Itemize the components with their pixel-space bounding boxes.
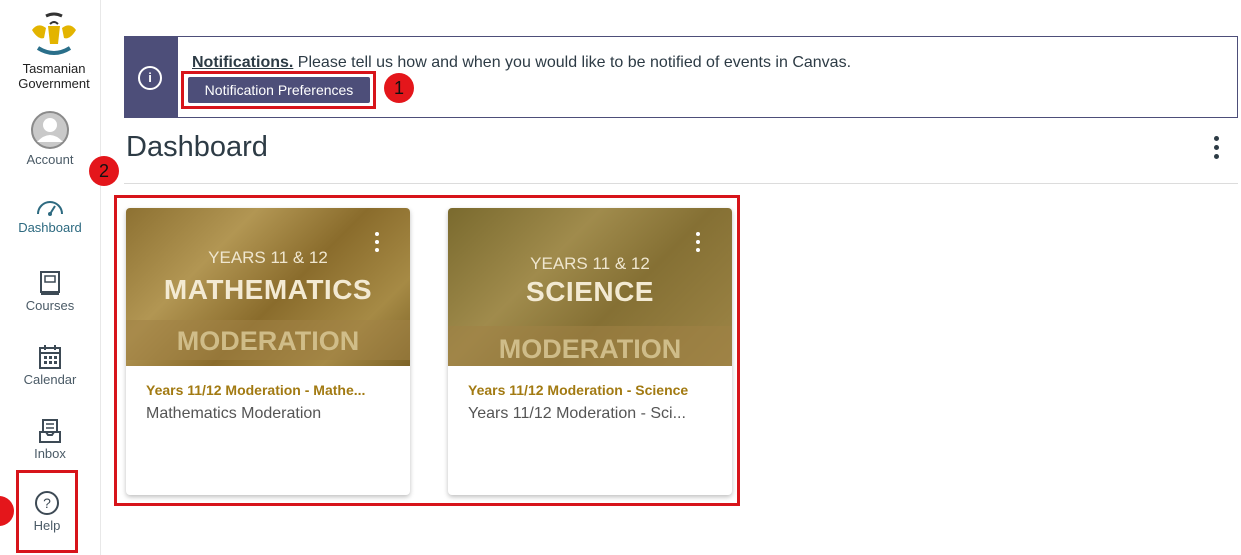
dashboard-options-menu-icon[interactable]: [1208, 136, 1224, 166]
inbox-tray-icon: [39, 419, 61, 443]
course-card-subtitle: Mathematics Moderation: [146, 405, 322, 422]
course-card-hero: YEARS 11 & 12 SCIENCE MODERATION: [448, 208, 732, 366]
annotation-marker-1: 1: [384, 73, 414, 103]
notification-message: Please tell us how and when you would li…: [297, 54, 852, 71]
course-card-hero: YEARS 11 & 12 MATHEMATICS MODERATION: [126, 208, 410, 366]
hero-subject-text: SCIENCE: [526, 276, 654, 307]
nav-inbox[interactable]: Inbox: [0, 418, 100, 461]
account-avatar-icon: [31, 111, 69, 149]
notification-text: Notifications. Please tell us how and wh…: [192, 54, 851, 72]
tasmanian-government-logo[interactable]: Tasmanian Government: [8, 12, 100, 90]
nav-dashboard-label: Dashboard: [18, 220, 82, 235]
nav-dashboard[interactable]: Dashboard: [0, 196, 100, 235]
notification-title: Notifications.: [192, 54, 294, 71]
page-title: Dashboard: [126, 131, 268, 163]
dashboard-gauge-icon: [37, 201, 63, 216]
hero-years-text: YEARS 11 & 12: [208, 248, 328, 267]
courses-book-icon: [40, 271, 60, 295]
notification-banner-side: i: [124, 36, 178, 118]
nav-courses[interactable]: Courses: [0, 270, 100, 313]
hero-moderation-text: MODERATION: [498, 334, 682, 364]
info-icon: i: [138, 66, 162, 90]
annotation-box-help: [16, 470, 78, 553]
calendar-icon: [39, 345, 61, 369]
logo-text-line1: Tasmanian: [22, 61, 86, 76]
course-card-title[interactable]: Years 11/12 Moderation - Science: [468, 382, 688, 398]
card-options-menu-icon[interactable]: [373, 232, 381, 258]
logo-text-line2: Government: [18, 76, 90, 91]
nav-calendar[interactable]: Calendar: [0, 344, 100, 387]
course-card-science[interactable]: YEARS 11 & 12 SCIENCE MODERATION Years 1…: [448, 208, 732, 495]
nav-courses-label: Courses: [25, 298, 75, 313]
nav-calendar-label: Calendar: [23, 372, 77, 387]
card-options-menu-icon[interactable]: [694, 232, 702, 258]
nav-inbox-label: Inbox: [34, 446, 66, 461]
nav-account-label: Account: [26, 152, 74, 167]
coat-of-arms-icon: [32, 12, 76, 55]
nav-account[interactable]: Account: [0, 110, 100, 167]
annotation-box-notification: [181, 71, 376, 109]
header-divider: [124, 183, 1238, 184]
hero-moderation-text: MODERATION: [176, 326, 360, 356]
course-card-title[interactable]: Years 11/12 Moderation - Mathe...: [146, 382, 365, 398]
annotation-marker-2: 2: [89, 156, 119, 186]
hero-years-text: YEARS 11 & 12: [530, 254, 650, 273]
hero-subject-text: MATHEMATICS: [163, 274, 373, 305]
course-card-subtitle: Years 11/12 Moderation - Sci...: [468, 405, 686, 422]
course-card-mathematics[interactable]: YEARS 11 & 12 MATHEMATICS MODERATION Yea…: [126, 208, 410, 495]
